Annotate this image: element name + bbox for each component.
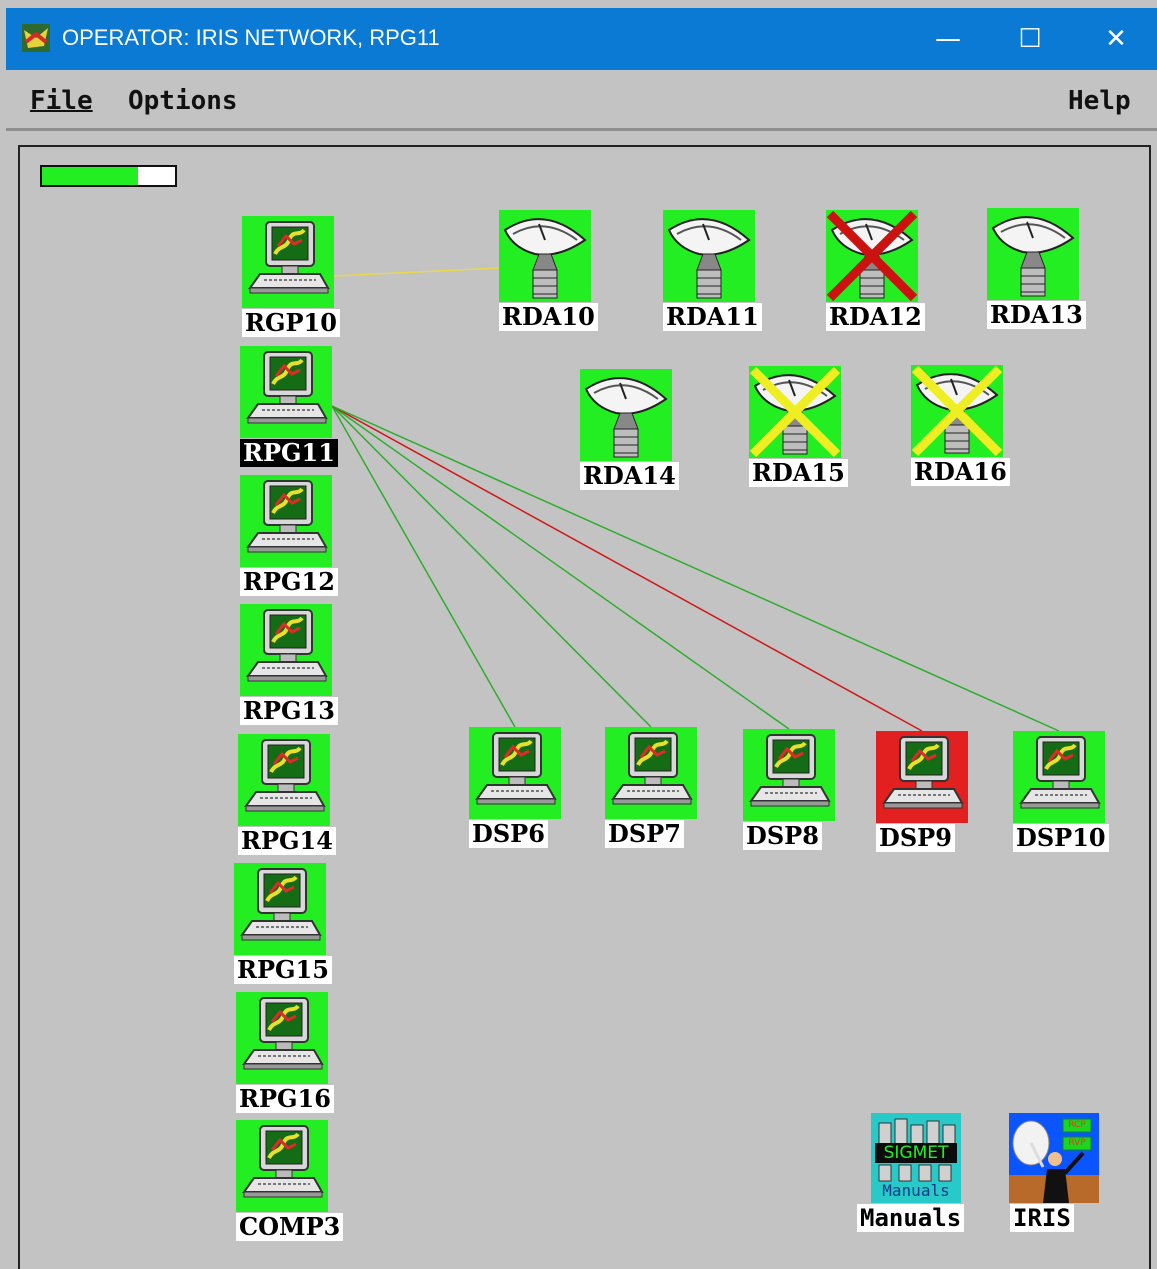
node-rpg14[interactable] bbox=[238, 734, 330, 826]
node-dsp8[interactable] bbox=[743, 729, 835, 821]
node-rpg12[interactable] bbox=[240, 475, 332, 567]
node-dsp10[interactable] bbox=[1013, 731, 1105, 823]
node-rda11[interactable] bbox=[663, 210, 755, 302]
node-dsp6[interactable] bbox=[469, 727, 561, 819]
link-rpg11-dsp8 bbox=[331, 405, 790, 730]
node-label-rpg12: RPG12 bbox=[240, 568, 338, 596]
node-label-rpg14: RPG14 bbox=[238, 827, 336, 855]
iris-label: IRIS bbox=[1010, 1204, 1074, 1232]
node-label-rda14: RDA14 bbox=[580, 462, 679, 490]
node-label-rgp10: RGP10 bbox=[242, 309, 340, 337]
node-rda12[interactable] bbox=[826, 210, 918, 302]
node-rgp10[interactable] bbox=[242, 216, 334, 308]
node-label-dsp6: DSP6 bbox=[469, 820, 548, 848]
network-links bbox=[331, 267, 1060, 732]
node-label-rda10: RDA10 bbox=[499, 303, 598, 331]
node-rpg16[interactable] bbox=[236, 992, 328, 1084]
node-label-dsp10: DSP10 bbox=[1013, 824, 1109, 852]
node-label-rpg11: RPG11 bbox=[240, 439, 338, 467]
node-label-rda11: RDA11 bbox=[663, 303, 762, 331]
node-label-rda16: RDA16 bbox=[911, 458, 1010, 486]
manuals-label: Manuals bbox=[857, 1204, 965, 1232]
node-rda14[interactable] bbox=[580, 369, 672, 461]
manuals-icon-subtext: Manuals bbox=[882, 1181, 950, 1200]
node-label-rpg16: RPG16 bbox=[236, 1085, 334, 1113]
node-rpg11[interactable] bbox=[240, 346, 332, 438]
node-rda15[interactable] bbox=[749, 366, 841, 458]
node-label-dsp8: DSP8 bbox=[743, 822, 822, 850]
manuals-button[interactable]: SIGMET Manuals bbox=[871, 1113, 961, 1203]
node-rda13[interactable] bbox=[987, 208, 1079, 300]
node-rpg15[interactable] bbox=[234, 863, 326, 955]
node-rda16[interactable] bbox=[911, 365, 1003, 457]
node-dsp9[interactable] bbox=[876, 731, 968, 823]
rvp-text: RVP bbox=[1068, 1138, 1086, 1148]
link-rgp10-rda10 bbox=[333, 267, 500, 277]
node-label-rpg13: RPG13 bbox=[240, 697, 338, 725]
node-label-dsp7: DSP7 bbox=[605, 820, 684, 848]
node-label-rda13: RDA13 bbox=[987, 301, 1086, 329]
sigmet-logo-text: SIGMET bbox=[883, 1143, 949, 1163]
node-label-rda15: RDA15 bbox=[749, 459, 848, 487]
rcp-text: RCP bbox=[1068, 1120, 1086, 1130]
link-rpg11-dsp6 bbox=[331, 405, 516, 728]
node-rda10[interactable] bbox=[499, 210, 591, 302]
node-rpg13[interactable] bbox=[240, 604, 332, 696]
iris-button[interactable]: RCP RVP bbox=[1009, 1113, 1099, 1203]
node-dsp7[interactable] bbox=[605, 727, 697, 819]
node-label-rpg15: RPG15 bbox=[234, 956, 332, 984]
node-label-dsp9: DSP9 bbox=[876, 824, 955, 852]
node-comp3[interactable] bbox=[236, 1120, 328, 1212]
node-label-comp3: COMP3 bbox=[236, 1213, 344, 1241]
node-label-rda12: RDA12 bbox=[826, 303, 925, 331]
